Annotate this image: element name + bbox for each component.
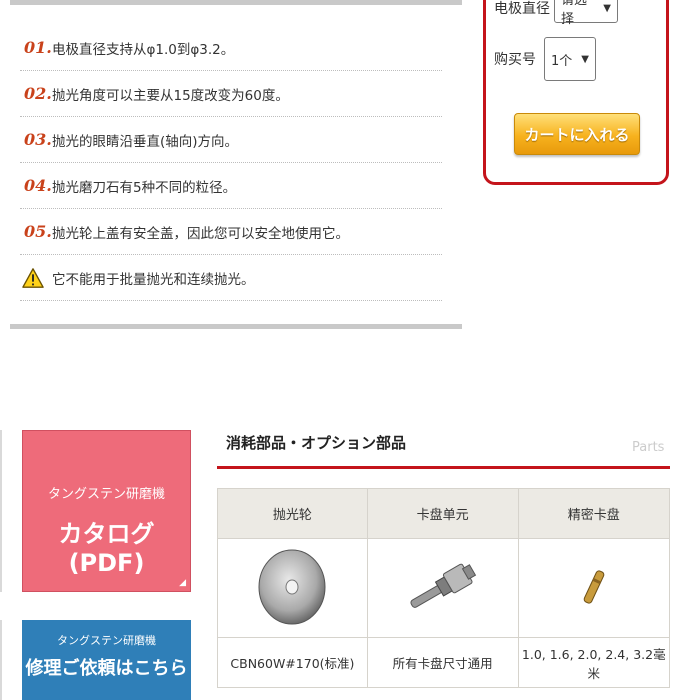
warning-icon xyxy=(22,267,44,288)
corner-arrow-icon: ◢ xyxy=(179,578,186,588)
table-cell xyxy=(217,538,368,638)
quantity-select[interactable]: 1个 ▼ xyxy=(544,37,596,81)
repair-banner-main: 修理ご依頼はこちら xyxy=(25,658,188,679)
chevron-down-icon: ▼ xyxy=(581,53,589,65)
polishing-wheel-image xyxy=(258,549,326,624)
table-header-row: 抛光轮 卡盘单元 精密卡盘 xyxy=(217,488,670,539)
feature-text: 抛光的眼睛沿垂直(轴向)方向。 xyxy=(52,133,239,150)
feature-number: 05. xyxy=(24,222,52,241)
table-cell: 所有卡盘尺寸通用 xyxy=(366,637,519,688)
feature-text: 电极直径支持从φ1.0到φ3.2。 xyxy=(52,41,235,58)
parts-table: 抛光轮 卡盘单元 精密卡盘 CBN60W#170(标准) 所有卡盘尺寸通用 1.… xyxy=(217,488,670,688)
feature-text: 抛光轮上盖有安全盖，因此您可以安全地使用它。 xyxy=(52,225,349,242)
parts-en-label: Parts xyxy=(632,440,665,455)
quantity-row: 购买号 1个 ▼ xyxy=(494,37,596,81)
catalog-banner-main: カタログ(PDF) xyxy=(58,520,155,577)
feature-number: 02. xyxy=(24,84,52,103)
electrode-select-value: 请选择 xyxy=(561,0,588,27)
feature-list: 01. 电极直径支持从φ1.0到φ3.2。 02. 抛光角度可以主要从15度改变… xyxy=(20,25,442,301)
feature-item: 01. 电极直径支持从φ1.0到φ3.2。 xyxy=(20,25,442,71)
feature-text: 抛光角度可以主要从15度改变为60度。 xyxy=(52,87,289,104)
top-divider xyxy=(10,0,462,5)
feature-number: 03. xyxy=(24,130,52,149)
feature-number: 04. xyxy=(24,176,52,195)
quantity-label: 购买号 xyxy=(494,52,536,68)
precision-chuck-image xyxy=(583,569,605,604)
left-edge-border xyxy=(0,620,2,700)
table-header: 卡盘单元 xyxy=(366,488,519,539)
add-to-cart-button[interactable]: カートに入れる xyxy=(514,113,640,155)
repair-banner[interactable]: タングステン研磨機 修理ご依頼はこちら xyxy=(22,620,191,700)
feature-number: 01. xyxy=(24,38,52,57)
quantity-select-value: 1个 xyxy=(551,53,573,69)
electrode-select[interactable]: 请选择 ▼ xyxy=(554,0,618,27)
feature-text: 抛光磨刀石有5种不同的粒径。 xyxy=(52,179,237,196)
feature-item: 03. 抛光的眼睛沿垂直(轴向)方向。 xyxy=(20,117,442,163)
feature-item: 05. 抛光轮上盖有安全盖，因此您可以安全地使用它。 xyxy=(20,209,442,255)
electrode-row: 电极直径 请选择 ▼ xyxy=(494,0,618,27)
table-header: 精密卡盘 xyxy=(517,488,670,539)
warning-item: 它不能用于批量抛光和连续抛光。 xyxy=(20,255,442,301)
feature-item: 04. 抛光磨刀石有5种不同的粒径。 xyxy=(20,163,442,209)
repair-banner-sub: タングステン研磨機 xyxy=(57,634,156,647)
table-row: CBN60W#170(标准) 所有卡盘尺寸通用 1.0, 1.6, 2.0, 2… xyxy=(217,637,670,688)
table-header: 抛光轮 xyxy=(217,488,368,539)
table-cell xyxy=(366,538,519,638)
catalog-banner-sub: タングステン研磨機 xyxy=(47,487,165,502)
chuck-unit-image xyxy=(410,563,476,608)
purchase-box: 电极直径 请选择 ▼ 购买号 1个 ▼ カートに入れる xyxy=(483,0,669,185)
feature-item: 02. 抛光角度可以主要从15度改变为60度。 xyxy=(20,71,442,117)
chevron-down-icon: ▼ xyxy=(603,2,611,14)
table-row xyxy=(217,538,670,638)
parts-divider xyxy=(217,466,670,469)
parts-title: 消耗部品・オプション部品 xyxy=(226,434,407,452)
left-edge-border xyxy=(0,430,2,592)
table-cell: 1.0, 1.6, 2.0, 2.4, 3.2毫米 xyxy=(517,637,670,688)
table-cell xyxy=(517,538,670,638)
bottom-divider xyxy=(10,324,462,329)
electrode-label: 电极直径 xyxy=(494,1,550,17)
table-cell: CBN60W#170(标准) xyxy=(217,637,368,688)
catalog-banner[interactable]: タングステン研磨機 カタログ(PDF) ◢ xyxy=(22,430,191,592)
warning-text: 它不能用于批量抛光和连续抛光。 xyxy=(52,271,255,288)
